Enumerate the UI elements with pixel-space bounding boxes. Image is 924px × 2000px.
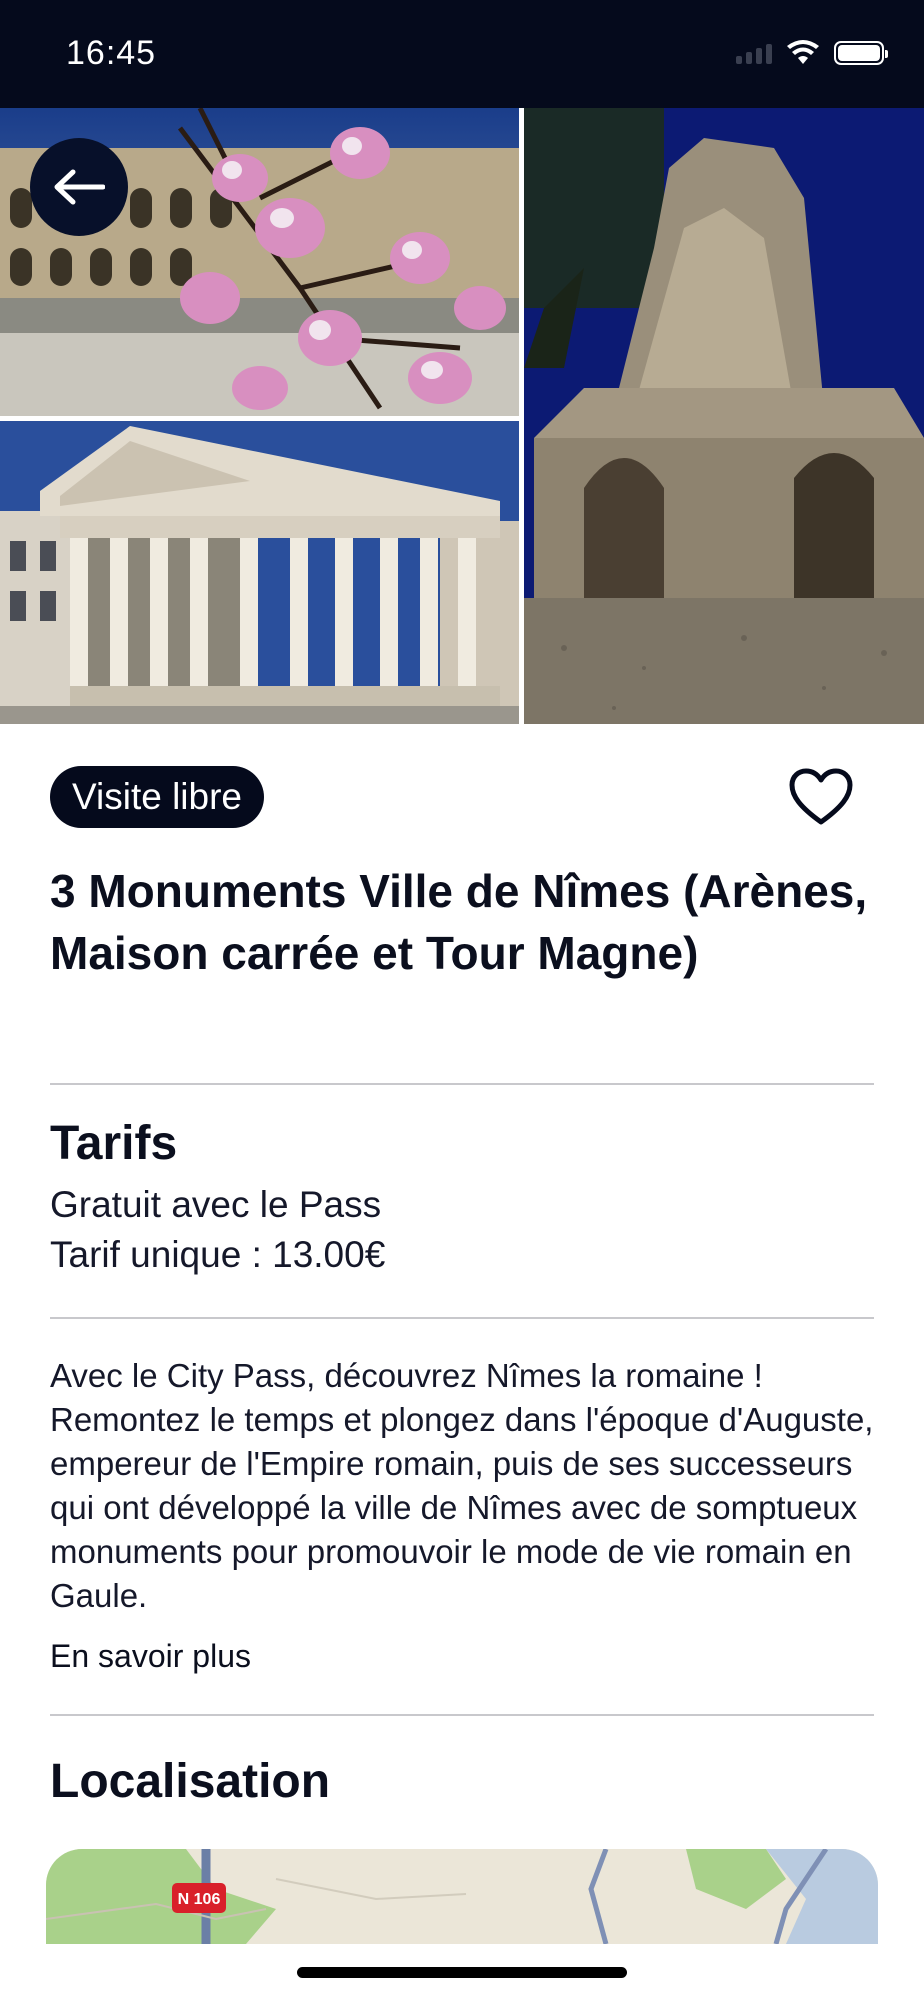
tarif-line: Gratuit avec le Pass [50, 1184, 382, 1225]
photo-gallery[interactable] [0, 108, 924, 724]
road-badge: N 106 [172, 1883, 226, 1913]
description-text: Avec le City Pass, découvrez Nîmes la ro… [50, 1357, 874, 1614]
tarif-line: Tarif unique : 13.00€ [50, 1234, 386, 1275]
location-map[interactable]: N 106 [46, 1849, 878, 1944]
tour-magne-photo[interactable] [524, 108, 924, 724]
divider [50, 1083, 874, 1085]
visit-type-badge: Visite libre [50, 766, 265, 828]
favorite-button[interactable] [786, 766, 856, 828]
battery-icon [834, 41, 888, 65]
status-icons [736, 40, 888, 66]
divider [50, 1317, 874, 1319]
divider [50, 1714, 874, 1716]
tag-row: Visite libre [50, 766, 874, 828]
arrow-left-icon [54, 169, 105, 205]
attraction-title: 3 Monuments Ville de Nîmes (Arènes, Mais… [50, 865, 868, 979]
wifi-icon [787, 40, 819, 64]
maison-carree-photo[interactable] [0, 421, 519, 724]
back-button[interactable] [30, 138, 128, 236]
home-indicator[interactable] [297, 1967, 627, 1978]
heart-outline-icon [789, 768, 853, 825]
signal-icon [736, 42, 772, 64]
tarifs-heading: Tarifs [50, 1117, 178, 1170]
status-bar: 16:45 [0, 0, 924, 108]
road-label: N 106 [178, 1891, 221, 1908]
read-more-link[interactable]: En savoir plus [50, 1638, 251, 1675]
status-time: 16:45 [66, 34, 157, 72]
localisation-heading: Localisation [50, 1755, 331, 1808]
